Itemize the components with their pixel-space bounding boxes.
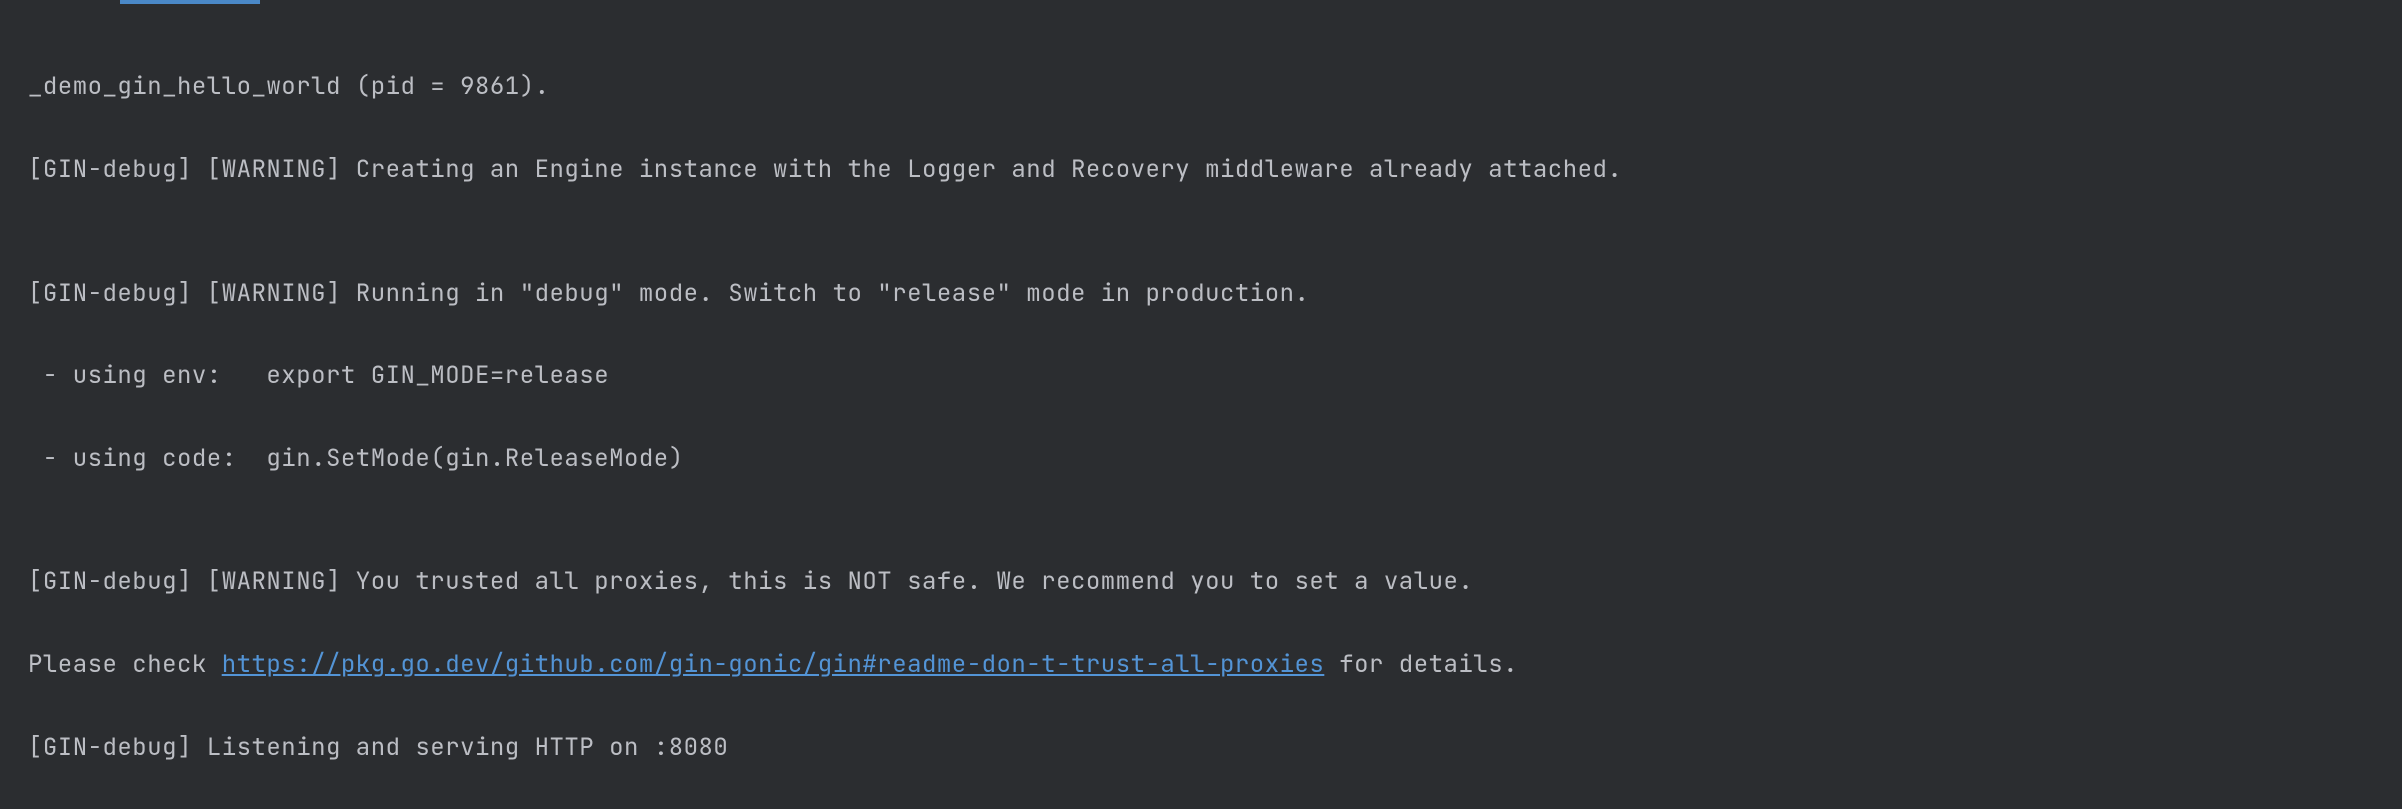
gutter-marker <box>2 28 16 48</box>
console-line: [GIN-debug] [WARNING] Creating an Engine… <box>28 149 2402 190</box>
console-line: [GIN-debug] [WARNING] You trusted all pr… <box>28 561 2402 602</box>
console-line: Please check https://pkg.go.dev/github.c… <box>28 644 2402 685</box>
console-output[interactable]: _demo_gin_hello_world (pid = 9861). [GIN… <box>28 25 2402 809</box>
editor-gutter <box>0 0 20 676</box>
proxy-docs-link[interactable]: https://pkg.go.dev/github.com/gin-gonic/… <box>222 649 1325 680</box>
active-tab-indicator <box>120 0 260 4</box>
console-line: - using env: export GIN_MODE=release <box>28 355 2402 396</box>
console-text: Please check <box>28 649 222 680</box>
console-line: [GIN-debug] [WARNING] Running in "debug"… <box>28 273 2402 314</box>
console-text: for details. <box>1324 649 1518 680</box>
console-line: [GIN-debug] Listening and serving HTTP o… <box>28 727 2402 768</box>
console-line: - using code: gin.SetMode(gin.ReleaseMod… <box>28 438 2402 479</box>
console-line: _demo_gin_hello_world (pid = 9861). <box>28 66 2402 107</box>
